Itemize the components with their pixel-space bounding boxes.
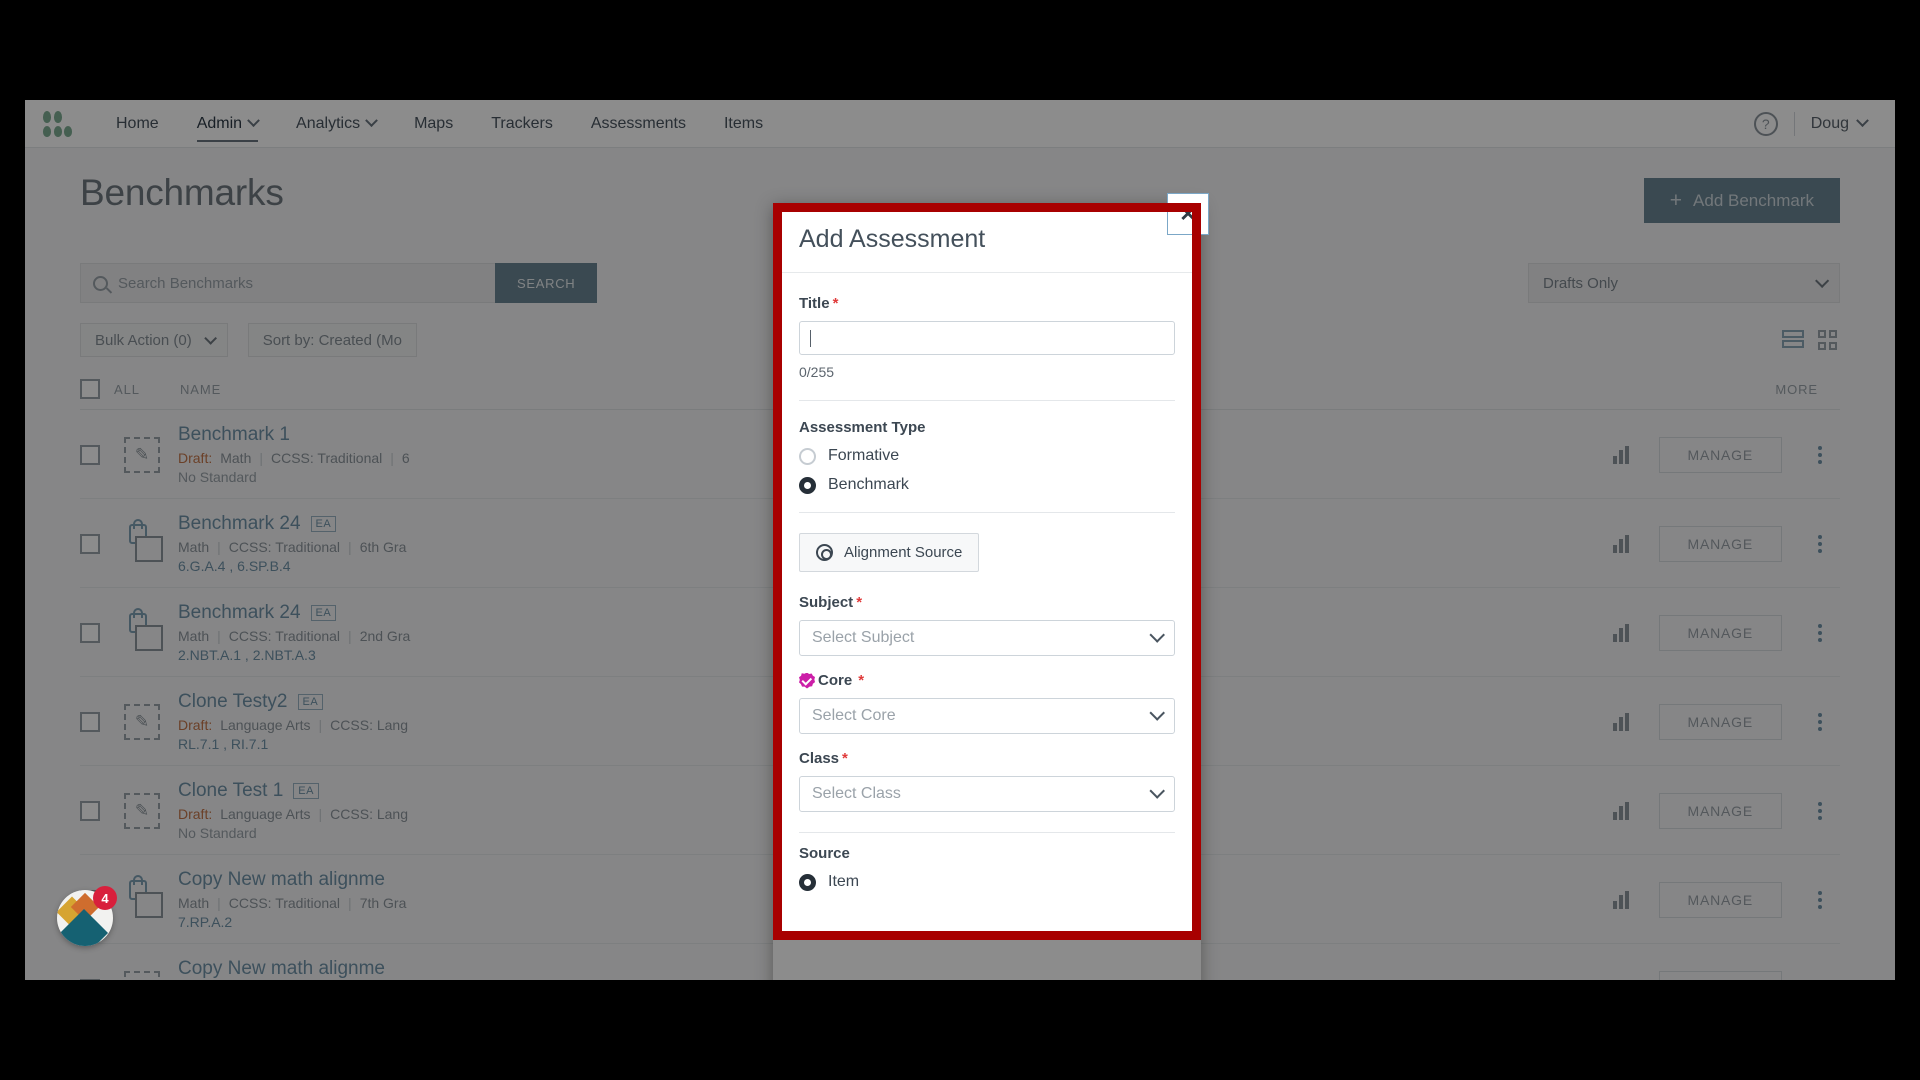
class-placeholder: Select Class — [812, 785, 901, 802]
required-marker: * — [832, 295, 839, 312]
alignment-source-label: Alignment Source — [844, 544, 963, 561]
class-label-text: Class — [799, 750, 840, 767]
alignment-source-button[interactable]: Alignment Source — [799, 533, 980, 572]
title-char-counter: 0/255 — [799, 364, 835, 380]
radio-label: Formative — [828, 447, 900, 464]
radio-formative[interactable]: Formative — [799, 447, 1175, 465]
screen-root: Home Admin Analytics Maps Trackers Asses… — [0, 0, 1920, 1080]
text-caret — [810, 329, 811, 347]
target-icon — [816, 544, 833, 561]
class-label: Class * — [799, 750, 1175, 767]
core-field-block: Core * Select Core — [799, 656, 1175, 734]
required-marker: * — [858, 672, 865, 689]
modal-header: Add Assessment ✕ — [773, 193, 1209, 273]
subject-placeholder: Select Subject — [812, 629, 915, 646]
radio-benchmark[interactable]: Benchmark — [799, 476, 1175, 494]
title-label-text: Title — [799, 295, 830, 312]
divider — [799, 512, 1175, 513]
core-placeholder: Select Core — [812, 707, 896, 724]
radio-item[interactable]: Item — [799, 873, 1175, 891]
title-field-block: Title * 0/255 — [799, 273, 1175, 401]
close-icon[interactable]: ✕ — [1167, 193, 1209, 235]
modal-body: Title * 0/255 Assessment Type Formative — [773, 273, 1201, 980]
source-block: Source Item — [799, 833, 1175, 891]
chevron-down-icon — [1149, 626, 1165, 643]
source-label: Source — [799, 845, 850, 862]
radio-label: Benchmark — [828, 476, 909, 493]
core-label: Core * — [799, 672, 1175, 689]
required-marker: * — [856, 594, 863, 611]
browser-viewport: Home Admin Analytics Maps Trackers Asses… — [25, 100, 1895, 980]
subject-select[interactable]: Select Subject — [799, 620, 1175, 656]
title-input[interactable] — [799, 321, 1175, 355]
help-widget-button[interactable]: 4 — [57, 886, 117, 946]
modal-title: Add Assessment — [799, 225, 986, 253]
verified-badge-icon — [799, 672, 815, 689]
subject-field-block: Subject * Select Subject — [799, 572, 1175, 656]
title-field-label: Title * — [799, 295, 1175, 312]
core-select[interactable]: Select Core — [799, 698, 1175, 734]
subject-label: Subject * — [799, 594, 1175, 611]
radio-label: Item — [828, 873, 860, 890]
radio-button-icon — [799, 447, 816, 465]
assessment-type-block: Assessment Type Formative Benchmark — [799, 401, 1175, 513]
radio-button-selected-icon — [799, 476, 816, 494]
core-label-text: Core — [818, 672, 853, 689]
chevron-down-icon — [1149, 704, 1165, 721]
class-select[interactable]: Select Class — [799, 776, 1175, 812]
radio-button-selected-icon — [799, 873, 816, 891]
class-field-block: Class * Select Class — [799, 734, 1175, 833]
required-marker: * — [842, 750, 848, 767]
assessment-type-label: Assessment Type — [799, 419, 926, 436]
chevron-down-icon — [1149, 782, 1165, 799]
subject-label-text: Subject — [799, 594, 854, 611]
notification-badge: 4 — [93, 886, 117, 910]
add-assessment-modal: Add Assessment ✕ Title * 0/255 Assessmen… — [773, 193, 1209, 980]
